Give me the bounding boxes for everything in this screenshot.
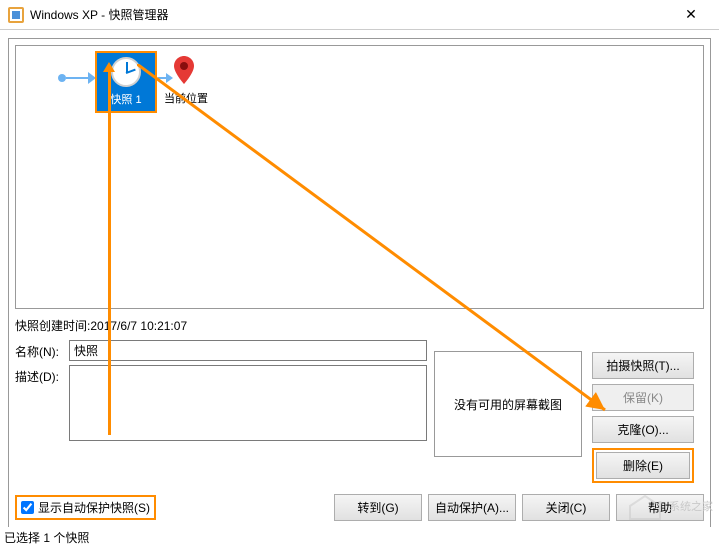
created-time-label: 快照创建时间 <box>15 319 87 333</box>
titlebar: Windows XP - 快照管理器 ✕ <box>0 0 719 30</box>
status-bar: 已选择 1 个快照 <box>0 527 719 545</box>
keep-button[interactable]: 保留(K) <box>592 384 694 411</box>
delete-button[interactable]: 删除(E) <box>596 452 690 479</box>
main-panel: 快照 1 当前位置 快照创建时间:2017/6/7 10:21:07 名称(N)… <box>8 38 711 528</box>
name-input[interactable] <box>69 340 427 361</box>
clone-button[interactable]: 克隆(O)... <box>592 416 694 443</box>
name-label: 名称(N): <box>15 340 69 360</box>
annotation-highlight: 删除(E) <box>592 448 694 483</box>
timeline-arrow-icon <box>88 72 96 84</box>
screenshot-preview: 没有可用的屏幕截图 <box>434 351 582 457</box>
snapshot-clock-icon <box>111 57 141 87</box>
current-position-pin[interactable] <box>174 56 194 84</box>
vmware-icon <box>8 7 24 23</box>
no-screenshot-text: 没有可用的屏幕截图 <box>454 396 562 413</box>
window-title: Windows XP - 快照管理器 <box>30 6 671 23</box>
current-position-label: 当前位置 <box>164 90 208 106</box>
checkbox-input[interactable] <box>21 501 34 514</box>
location-pin-icon <box>174 56 194 84</box>
help-button[interactable]: 帮助 <box>616 494 704 521</box>
timeline-arrow-icon <box>158 74 172 82</box>
created-time-line: 快照创建时间:2017/6/7 10:21:07 <box>15 315 704 340</box>
action-buttons: 拍摄快照(T)... 保留(K) 克隆(O)... 删除(E) <box>592 352 694 483</box>
snapshot-label: 快照 1 <box>110 91 141 107</box>
autoprotect-button[interactable]: 自动保护(A)... <box>428 494 516 521</box>
close-dialog-button[interactable]: 关闭(C) <box>522 494 610 521</box>
description-label: 描述(D): <box>15 365 69 385</box>
close-button[interactable]: ✕ <box>671 1 711 29</box>
bottom-bar: 显示自动保护快照(S) 转到(G) 自动保护(A)... 关闭(C) 帮助 <box>15 494 704 521</box>
goto-button[interactable]: 转到(G) <box>334 494 422 521</box>
take-snapshot-button[interactable]: 拍摄快照(T)... <box>592 352 694 379</box>
timeline-start-dot <box>58 74 66 82</box>
checkbox-label: 显示自动保护快照(S) <box>38 499 150 516</box>
show-autoprotect-checkbox[interactable]: 显示自动保护快照(S) <box>15 495 156 520</box>
timeline-connector <box>66 77 90 79</box>
snapshot-node[interactable]: 快照 1 <box>96 52 156 112</box>
description-input[interactable] <box>69 365 427 441</box>
created-time-value: 2017/6/7 10:21:07 <box>90 319 187 333</box>
snapshot-timeline[interactable]: 快照 1 当前位置 <box>15 45 704 309</box>
